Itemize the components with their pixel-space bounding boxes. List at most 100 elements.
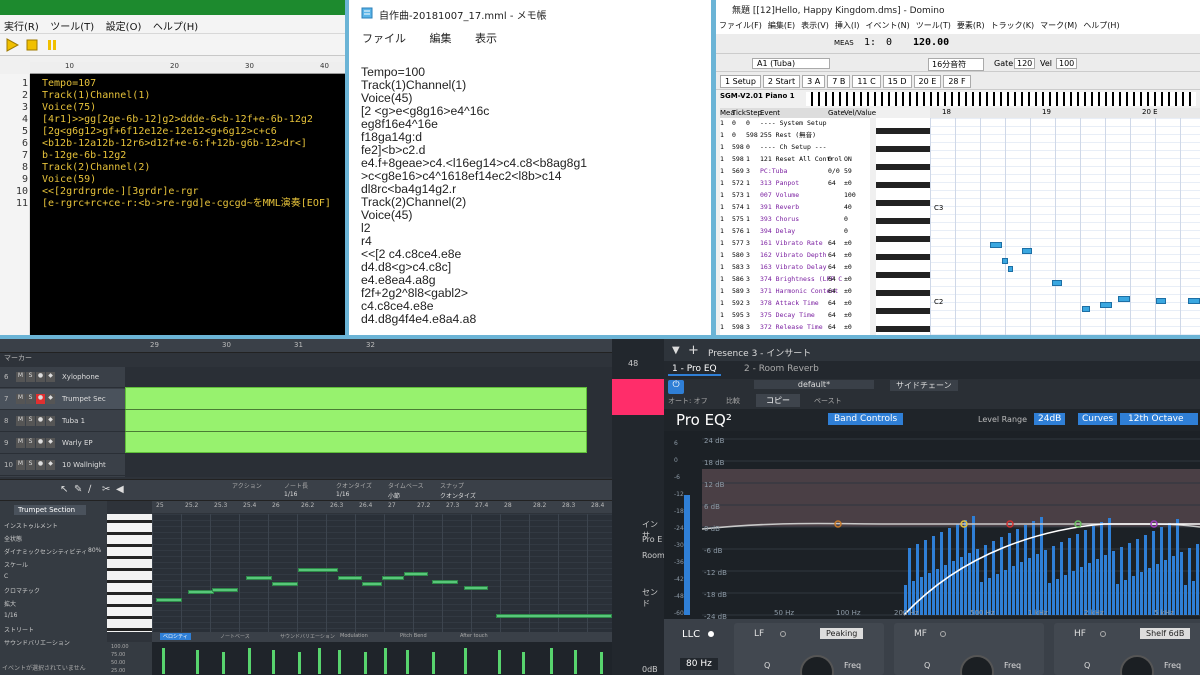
track-header[interactable]: 9 M S ● ◆ Warly EP <box>0 433 125 454</box>
monitor-button[interactable]: ◆ <box>46 416 55 426</box>
event-row[interactable]: 1 598 3 372 Release Time 64 ±0 <box>720 322 870 334</box>
editor-note[interactable] <box>272 582 298 586</box>
inspector-row[interactable]: 全状態 <box>4 534 22 543</box>
toolbar-value[interactable]: 1/16 <box>336 491 349 498</box>
instrument-select[interactable]: A1 (Tuba) <box>752 58 830 69</box>
llc-led[interactable] <box>708 631 714 637</box>
velocity-bar[interactable] <box>196 650 199 674</box>
tool-icon[interactable]: ✂ <box>102 484 110 495</box>
collapse-icon[interactable]: ▼ <box>672 345 680 356</box>
event-row[interactable]: 1 592 3 378 Attack Time 64 ±0 <box>720 298 870 310</box>
cc-tab[interactable]: After touch <box>460 633 488 639</box>
domino-menu-item[interactable]: ツール(T) <box>913 17 954 34</box>
event-row[interactable]: 1 577 3 161 Vibrato Rate 64 ±0 <box>720 238 870 250</box>
velocity-lane[interactable] <box>152 642 612 675</box>
event-row[interactable]: 1 598 1 121 Reset All Control 0 ON <box>720 154 870 166</box>
event-row[interactable]: 1 589 3 371 Harmonic Content 64 ±0 <box>720 286 870 298</box>
region-trumpet[interactable] <box>125 387 587 453</box>
roll-note[interactable] <box>990 242 1002 248</box>
velocity-bar[interactable] <box>574 650 577 674</box>
roll-note[interactable] <box>1002 258 1008 264</box>
roll-note[interactable] <box>1188 298 1200 304</box>
side-label-proeq[interactable]: Pro E <box>642 535 662 544</box>
velocity-bar[interactable] <box>222 652 225 674</box>
domino-menu-item[interactable]: トラック(K) <box>988 17 1038 34</box>
copy-button[interactable]: コピー <box>756 394 800 407</box>
roll-note[interactable] <box>1052 280 1062 286</box>
velocity-bar[interactable] <box>298 652 301 674</box>
roll-note[interactable] <box>1008 266 1013 272</box>
editor-note[interactable] <box>188 590 214 594</box>
paste-button[interactable]: ペースト <box>814 396 842 406</box>
marker-tab[interactable]: 3 A <box>802 75 826 88</box>
inspector-row[interactable]: スケール <box>4 560 28 569</box>
tool-icon[interactable]: ✎ <box>74 484 82 495</box>
event-row[interactable]: 1 595 3 375 Decay Time 64 ±0 <box>720 310 870 322</box>
velocity-bar[interactable] <box>162 648 165 674</box>
editor-note[interactable] <box>298 568 338 572</box>
compare-button[interactable]: 比較 <box>726 396 740 406</box>
mute-button[interactable]: M <box>16 372 25 382</box>
tool-icon[interactable]: ∕ <box>88 484 91 495</box>
editor-note[interactable] <box>338 576 362 580</box>
solo-button[interactable]: S <box>26 372 35 382</box>
solo-button[interactable]: S <box>26 416 35 426</box>
event-row[interactable]: 1 572 1 313 Panpot 64 ±0 <box>720 178 870 190</box>
domino-menu-item[interactable]: 要素(R) <box>954 17 988 34</box>
record-button[interactable]: ● <box>36 438 45 448</box>
add-icon[interactable]: + <box>688 343 699 358</box>
monitor-button[interactable]: ◆ <box>46 372 55 382</box>
domino-menu-item[interactable]: 編集(E) <box>765 17 798 34</box>
event-row[interactable]: 1 580 3 162 Vibrato Depth 64 ±0 <box>720 250 870 262</box>
band-led[interactable] <box>780 631 786 637</box>
solo-button[interactable]: S <box>26 460 35 470</box>
velocity-bar[interactable] <box>338 650 341 674</box>
piano-roll-grid[interactable]: C3 C2 <box>930 118 1200 335</box>
monitor-button[interactable]: ◆ <box>46 438 55 448</box>
gate-value[interactable]: 120 <box>1014 58 1036 69</box>
auto-label[interactable]: オート: オフ <box>668 396 708 406</box>
monitor-button[interactable]: ◆ <box>46 394 55 404</box>
editor-note-grid[interactable] <box>152 514 612 632</box>
editor-note[interactable] <box>362 582 382 586</box>
marker-tab[interactable]: 15 D <box>882 75 912 88</box>
velocity-bar[interactable] <box>600 652 603 674</box>
side-label-room[interactable]: Room <box>642 551 665 560</box>
monitor-button[interactable]: ◆ <box>46 460 55 470</box>
mute-button[interactable]: M <box>16 416 25 426</box>
eq-graph[interactable]: 24 dB 18 dB 12 dB 6 dB 0 dB -6 dB -12 dB -18 dB… <box>664 431 1200 619</box>
roll-note[interactable] <box>1100 302 1112 308</box>
tool-icon[interactable]: ◀ <box>116 484 124 495</box>
cc-tab[interactable]: ノートベース <box>220 633 250 640</box>
roll-note[interactable] <box>1082 306 1090 312</box>
track-header[interactable]: 8 M S ● ◆ Tuba 1 <box>0 411 125 432</box>
play-icon[interactable] <box>5 38 19 52</box>
toolbar-value[interactable]: 1/16 <box>284 491 297 498</box>
velocity-bar[interactable] <box>272 650 275 674</box>
cc-tab[interactable]: Modulation <box>340 633 368 639</box>
band-led[interactable] <box>1100 631 1106 637</box>
domino-menu-item[interactable]: マーク(M) <box>1037 17 1080 34</box>
event-row[interactable]: 1 0 598 255 Rest (無音) <box>720 130 870 142</box>
marker-tab[interactable]: 28 F <box>943 75 971 88</box>
toolbar-value[interactable]: 小節 <box>388 491 400 500</box>
domino-menu-item[interactable]: イベント(N) <box>862 17 912 34</box>
menu-help[interactable]: ヘルプ(H) <box>149 15 202 36</box>
event-row[interactable]: 1 569 3 PC:Tuba 0/0 59 <box>720 166 870 178</box>
preset-field[interactable]: default* <box>754 380 874 389</box>
domino-menu-item[interactable]: 挿入(I) <box>832 17 863 34</box>
event-row[interactable]: 1 0 0 ---- System Setup <box>720 118 870 130</box>
event-row[interactable]: 1 573 1 007 Volume 100 <box>720 190 870 202</box>
power-icon[interactable]: ⏻ <box>668 380 684 394</box>
editor-note[interactable] <box>464 586 488 590</box>
inspector-row[interactable]: クロマチック <box>4 586 40 595</box>
roll-note[interactable] <box>1156 298 1166 304</box>
marker-tab[interactable]: 11 C <box>852 75 881 88</box>
event-row[interactable]: 1 576 1 394 Delay 0 <box>720 226 870 238</box>
velocity-bar[interactable] <box>384 648 387 674</box>
editor-note[interactable] <box>496 614 612 618</box>
solo-button[interactable]: S <box>26 438 35 448</box>
tool-icon[interactable]: ↖ <box>60 484 68 495</box>
editor-note[interactable] <box>432 580 458 584</box>
pause-icon[interactable] <box>45 38 59 52</box>
